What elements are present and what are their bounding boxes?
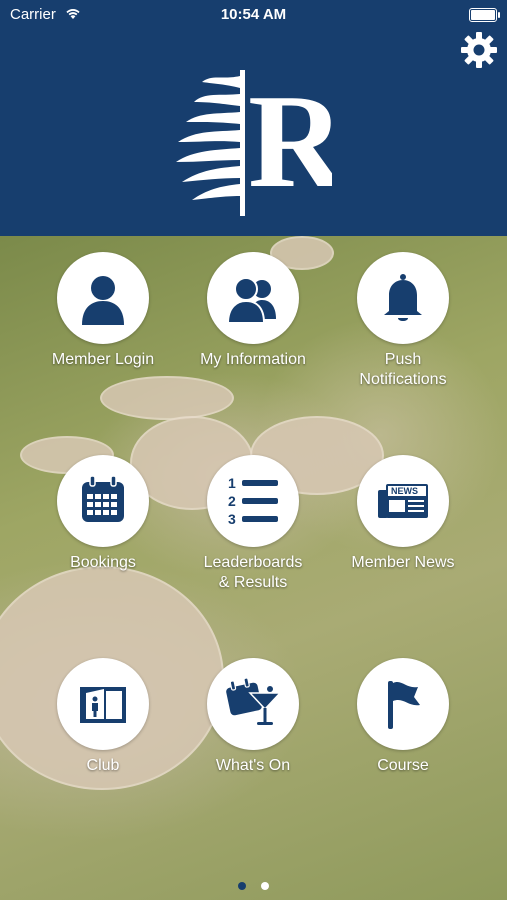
gear-icon[interactable]	[459, 30, 499, 70]
users-icon	[226, 277, 276, 324]
tile-label: Member News	[351, 554, 455, 571]
status-time: 10:54 AM	[220, 6, 287, 23]
tile-label: Push Notifications	[359, 351, 447, 388]
svg-text:3: 3	[228, 511, 236, 527]
list-icon: 1 2 3	[228, 475, 278, 527]
tile-label: Member Login	[51, 351, 155, 368]
tile-circle[interactable]	[207, 252, 299, 344]
bell-icon	[384, 274, 422, 321]
tile-label: Leaderboards & Results	[203, 554, 303, 591]
tile-leaderboards-results[interactable]: 1 2 3 Leaderboards & Results	[178, 455, 328, 593]
user-icon	[82, 276, 124, 325]
battery-icon	[469, 8, 500, 22]
page-dot[interactable]	[260, 882, 269, 890]
cocktail-calendar-icon	[226, 677, 282, 725]
tile-label: Bookings	[70, 554, 136, 571]
tile-label: Course	[377, 757, 429, 774]
tile-push-notifications[interactable]: Push Notifications	[328, 252, 478, 390]
tile-member-news[interactable]: NEWS Member News	[328, 455, 478, 573]
page-indicator[interactable]	[0, 877, 507, 895]
header-bar: Carrier 10:54 AM R	[0, 0, 507, 236]
flag-icon	[388, 681, 420, 729]
tile-circle[interactable]: NEWS	[357, 455, 449, 547]
tile-circle[interactable]	[207, 658, 299, 750]
tile-label: What's On	[215, 757, 291, 774]
tile-club[interactable]: Club	[28, 658, 178, 776]
page-dot-active[interactable]	[238, 882, 247, 890]
status-bar: Carrier 10:54 AM	[0, 0, 507, 30]
tile-circle[interactable]	[57, 455, 149, 547]
tile-circle[interactable]	[357, 658, 449, 750]
club-logo: R	[176, 67, 332, 216]
tile-circle[interactable]	[57, 252, 149, 344]
tile-course[interactable]: Course	[328, 658, 478, 776]
tile-label: Club	[86, 757, 120, 774]
tile-bookings[interactable]: Bookings	[28, 455, 178, 573]
svg-text:R: R	[248, 67, 332, 215]
svg-text:1: 1	[228, 475, 236, 491]
tile-member-login[interactable]: Member Login	[28, 252, 178, 370]
tile-circle[interactable]: 1 2 3	[207, 455, 299, 547]
svg-text:2: 2	[228, 493, 236, 509]
clubhouse-icon	[80, 687, 126, 723]
tile-circle[interactable]	[357, 252, 449, 344]
calendar-icon	[82, 475, 124, 522]
tile-circle[interactable]	[57, 658, 149, 750]
tile-whats-on[interactable]: What's On	[178, 658, 328, 776]
tile-label: My Information	[200, 351, 306, 368]
tile-my-information[interactable]: My Information	[178, 252, 328, 370]
newspaper-icon: NEWS	[378, 484, 428, 518]
svg-text:NEWS: NEWS	[391, 486, 418, 496]
